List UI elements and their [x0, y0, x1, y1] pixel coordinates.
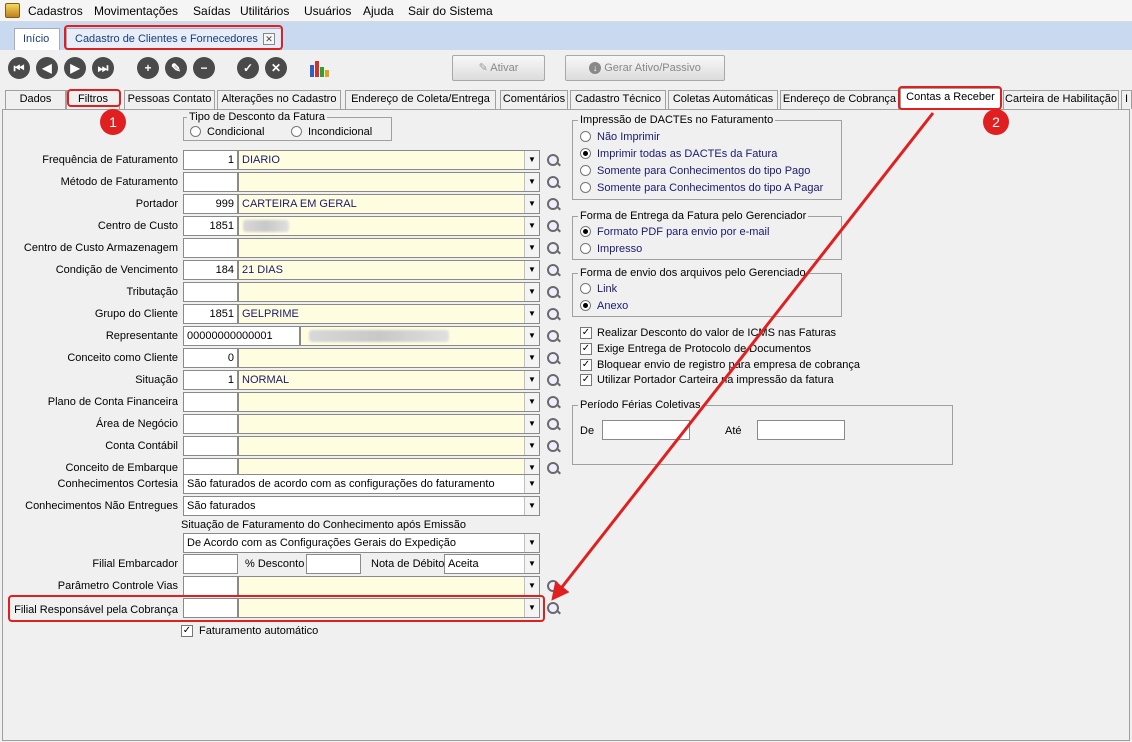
- annotation-arrow: [551, 112, 935, 601]
